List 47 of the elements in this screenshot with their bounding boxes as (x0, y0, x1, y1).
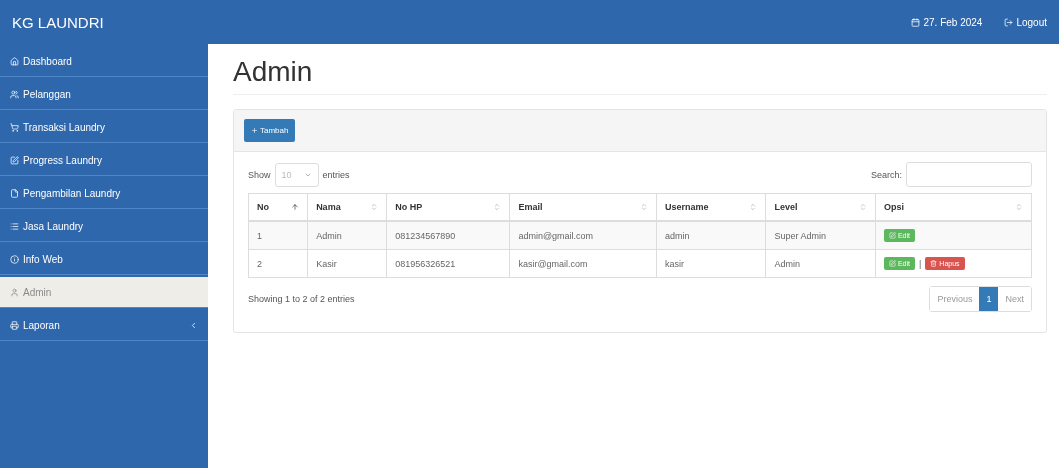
pencil-square-icon (888, 260, 896, 267)
table-cell: 081234567890 (386, 221, 510, 250)
table-cell: Admin (765, 249, 876, 278)
table-cell: kasir (656, 249, 766, 278)
printer-icon (10, 320, 19, 330)
date-label: 27. Feb 2024 (911, 16, 983, 28)
info-icon (10, 254, 19, 264)
table-cell: Super Admin (765, 221, 876, 250)
sort-icon (639, 203, 648, 211)
sort-icon (749, 203, 758, 211)
logout-link[interactable]: Logout (1004, 16, 1047, 28)
search-label: Search: (870, 169, 902, 180)
page-title: Admin (233, 56, 1047, 95)
search-field[interactable] (906, 162, 1032, 187)
sidebar-item[interactable]: Admin (0, 277, 208, 308)
user-icon (10, 287, 19, 297)
list-icon (10, 221, 19, 231)
table-info: Showing 1 to 2 of 2 entries (248, 294, 355, 304)
pencil-square-icon (888, 232, 896, 239)
trash-icon (930, 260, 938, 267)
sort-icon (858, 203, 867, 211)
table-cell: kasir@gmail.com (509, 249, 657, 278)
entries-label: entries (322, 169, 350, 180)
calendar-icon (911, 17, 921, 27)
sort-icon (370, 203, 379, 211)
separator: | (919, 258, 922, 269)
brand-title: KG LAUNDRI (12, 13, 105, 31)
page-button[interactable]: 1 (979, 287, 999, 311)
sort-icon (1015, 203, 1023, 211)
show-label: Show (248, 169, 271, 180)
table-cell: 2 (248, 249, 308, 278)
cart-icon (10, 122, 19, 132)
home-icon (10, 56, 19, 66)
table-cell: 081956326521 (386, 249, 510, 278)
table-cell: 1 (248, 221, 308, 250)
sort-icon (493, 203, 502, 211)
sort-up-icon (291, 203, 300, 211)
table-cell: admin@gmail.com (509, 221, 657, 250)
file-icon (10, 188, 19, 198)
plus-icon (251, 127, 258, 134)
pencil-square-icon (10, 155, 19, 165)
table-cell: Kasir (307, 249, 387, 278)
table-cell: Admin (307, 221, 387, 250)
users-icon (10, 89, 19, 99)
logout-icon (1004, 17, 1014, 27)
add-button[interactable]: Tambah (244, 119, 296, 142)
table-cell: admin (656, 221, 766, 250)
